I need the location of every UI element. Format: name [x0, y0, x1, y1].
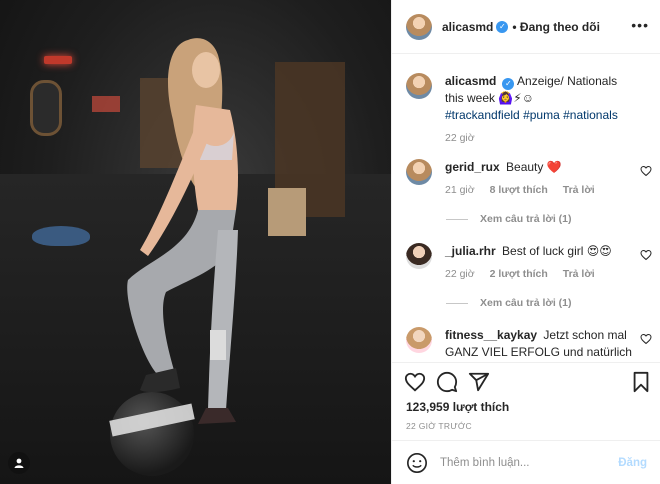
reply-button[interactable]: Trả lời [563, 268, 595, 280]
avatar[interactable] [406, 327, 432, 353]
post-comment-button[interactable]: Đăng [618, 457, 647, 469]
view-replies-button[interactable]: Xem câu trả lời (1) [446, 297, 572, 309]
avatar[interactable] [406, 159, 432, 185]
comment-composer: Thêm bình luận... Đăng [392, 440, 660, 484]
more-icon[interactable]: ••• [631, 17, 649, 33]
divider [446, 218, 468, 220]
comment-icon[interactable] [436, 371, 458, 393]
caption: alicasmd ✓ Anzeige/ Nationals this week 🙆… [406, 73, 646, 147]
hashtag[interactable]: #puma [523, 108, 560, 122]
comment-item: _julia.rhr Best of luck girl 😍😍 22 giờ 2… [406, 243, 652, 283]
comment-time[interactable]: 22 giờ [445, 268, 475, 280]
hashtag[interactable]: #trackandfield [445, 108, 520, 122]
user-icon[interactable] [8, 452, 30, 474]
emoji-icon[interactable] [406, 452, 428, 474]
post-side-panel: alicasmd ✓ • Đang theo dõi ••• alicasmd ✓… [391, 0, 660, 484]
heart-icon[interactable] [404, 371, 426, 393]
view-replies-label[interactable]: Xem câu trả lời (1) [480, 297, 572, 309]
photo-neon-sign [44, 56, 72, 64]
comment-username[interactable]: _julia.rhr [445, 244, 496, 258]
reply-button[interactable]: Trả lời [563, 184, 595, 196]
comment-likes[interactable]: 2 lượt thích [490, 268, 548, 280]
action-bar [392, 362, 660, 396]
avatar[interactable] [406, 73, 432, 99]
comment-list: alicasmd ✓ Anzeige/ Nationals this week 🙆… [392, 55, 660, 362]
comment-text: Beauty ❤️ [506, 160, 562, 174]
caption-username[interactable]: alicasmd [445, 74, 496, 88]
post-photo[interactable] [0, 0, 391, 484]
heart-icon[interactable] [640, 165, 652, 177]
comment-item: gerid_rux Beauty ❤️ 21 giờ 8 lượt thích … [406, 159, 652, 199]
caption-time[interactable]: 22 giờ [445, 132, 475, 144]
post-header: alicasmd ✓ • Đang theo dõi ••• [392, 0, 660, 54]
view-replies-button[interactable]: Xem câu trả lời (1) [446, 213, 572, 225]
comment-input[interactable]: Thêm bình luận... [440, 457, 618, 469]
like-count[interactable]: 123,959 lượt thích [406, 400, 509, 414]
view-replies-label[interactable]: Xem câu trả lời (1) [480, 213, 572, 225]
header-username[interactable]: alicasmd [442, 20, 493, 34]
comment-username[interactable]: gerid_rux [445, 160, 500, 174]
post-timestamp[interactable]: 22 GIỜ TRƯỚC [406, 421, 472, 431]
comment-likes[interactable]: 8 lượt thích [490, 184, 548, 196]
heart-icon[interactable] [640, 333, 652, 345]
hashtag[interactable]: #nationals [563, 108, 618, 122]
divider [446, 302, 468, 304]
bookmark-icon[interactable] [630, 371, 652, 393]
photo-medicine-ball [110, 392, 194, 476]
photo-person [127, 38, 238, 424]
comment-time[interactable]: 21 giờ [445, 184, 475, 196]
comment-username[interactable]: fitness__kaykay [445, 328, 537, 342]
follow-status[interactable]: • Đang theo dõi [512, 20, 600, 34]
comment-item: fitness__kaykay Jetzt schon mal GANZ VIE… [406, 327, 652, 361]
avatar[interactable] [406, 13, 432, 40]
verified-icon: ✓ [496, 20, 509, 33]
avatar[interactable] [406, 243, 432, 269]
share-icon[interactable] [468, 371, 490, 393]
verified-icon: ✓ [502, 78, 515, 90]
heart-icon[interactable] [640, 249, 652, 261]
comment-text: Best of luck girl 😍😍 [502, 244, 612, 258]
photo-light [92, 96, 120, 112]
photo-mirror [30, 80, 62, 136]
photo-bosu-ball [32, 226, 90, 246]
